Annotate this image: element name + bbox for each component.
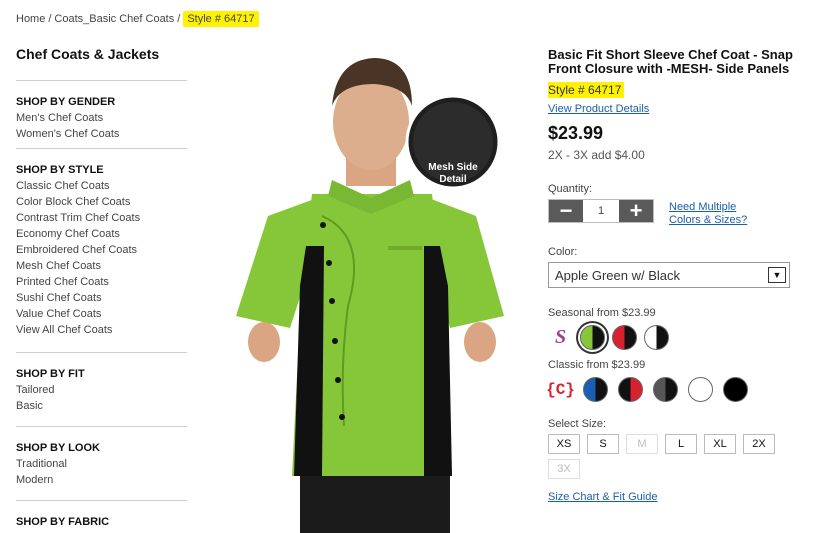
chevron-down-icon[interactable]: ▼ [768, 267, 786, 283]
price-note: 2X - 3X add $4.00 [548, 148, 645, 162]
classic-label: Classic from $23.99 [548, 359, 646, 371]
sidebar-item-contrast-trim[interactable]: Contrast Trim Chef Coats [16, 210, 187, 226]
size-3x: 3X [548, 459, 580, 479]
sidebar-divider [16, 148, 187, 149]
color-select-value: Apple Green w/ Black [555, 267, 681, 283]
sidebar-section-fabric: SHOP BY FABRIC [16, 514, 187, 530]
seasonal-swatches: S [548, 325, 808, 350]
size-chart-link[interactable]: Size Chart & Fit Guide [548, 491, 657, 503]
need-multiple-link-line2[interactable]: Colors & Sizes? [669, 214, 747, 226]
swatch-white[interactable] [688, 377, 713, 402]
sidebar-section-title: SHOP BY STYLE [16, 164, 104, 176]
sidebar-item-economy[interactable]: Economy Chef Coats [16, 226, 187, 242]
swatch-gray-black[interactable] [653, 377, 678, 402]
breadcrumb-separator: / [48, 13, 52, 25]
sidebar-item-classic[interactable]: Classic Chef Coats [16, 178, 187, 194]
need-multiple-link[interactable]: Need Multiple Colors & Sizes? [669, 200, 747, 226]
breadcrumb-category[interactable]: Coats_Basic Chef Coats [54, 13, 174, 25]
classic-swatches: {C} [546, 377, 808, 402]
sidebar-item-mesh[interactable]: Mesh Chef Coats [16, 258, 187, 274]
classic-logo-text: {C} [546, 380, 575, 399]
sidebar-item-traditional[interactable]: Traditional [16, 456, 187, 472]
breadcrumb-separator: / [177, 13, 181, 25]
decrease-qty-button[interactable]: − [549, 200, 583, 222]
quantity-stepper: − 1 + [548, 199, 654, 223]
sidebar-divider [16, 352, 187, 353]
swatch-white-black[interactable] [644, 325, 669, 350]
sidebar-item-mens[interactable]: Men's Chef Coats [16, 110, 187, 126]
size-options-row2: 3X [548, 459, 808, 479]
sidebar-section-fit: SHOP BY FIT Tailored Basic [16, 366, 187, 414]
sidebar-divider [16, 426, 187, 427]
increase-qty-button[interactable]: + [619, 200, 653, 222]
swatch-red-black[interactable] [612, 325, 637, 350]
chef-coat-photo: Mesh Side Detail [236, 58, 504, 533]
select-size-label: Select Size: [548, 418, 607, 430]
view-product-details-link[interactable]: View Product Details [548, 103, 649, 115]
sidebar-item-view-all[interactable]: View All Chef Coats [16, 322, 187, 338]
sidebar-section-title: SHOP BY FIT [16, 368, 85, 380]
sidebar-divider [16, 500, 187, 501]
badge-text-line2: Detail [439, 174, 466, 185]
classic-logo-icon: {C} [546, 377, 575, 402]
sidebar-divider [16, 80, 187, 81]
seasonal-logo-icon: S [548, 325, 573, 350]
swatch-blue-black[interactable] [583, 377, 608, 402]
sidebar-item-tailored[interactable]: Tailored [16, 382, 187, 398]
size-xl[interactable]: XL [704, 434, 736, 454]
product-details: Basic Fit Short Sleeve Chef Coat - Snap … [546, 47, 808, 505]
breadcrumb: Home / Coats_Basic Chef Coats / Style # … [16, 10, 259, 28]
sidebar-item-printed[interactable]: Printed Chef Coats [16, 274, 187, 290]
color-label: Color: [548, 246, 578, 258]
sidebar-nav: Chef Coats & Jackets SHOP BY GENDER Men'… [16, 46, 187, 530]
swatch-apple-green-black[interactable] [580, 325, 605, 350]
badge-text-line1: Mesh Side [428, 162, 478, 173]
seasonal-logo-text: S [554, 326, 567, 348]
sidebar-section-gender: SHOP BY GENDER Men's Chef Coats Women's … [16, 94, 187, 142]
breadcrumb-current: Style # 64717 [183, 11, 259, 27]
quantity-row: − 1 + Need Multiple Colors & Sizes? [548, 199, 808, 226]
size-2x[interactable]: 2X [743, 434, 775, 454]
sidebar-section-title: SHOP BY GENDER [16, 96, 116, 108]
sidebar-item-embroidered[interactable]: Embroidered Chef Coats [16, 242, 187, 258]
size-s[interactable]: S [587, 434, 619, 454]
sidebar-item-value[interactable]: Value Chef Coats [16, 306, 187, 322]
seasonal-label: Seasonal from $23.99 [548, 307, 656, 319]
sidebar-item-sushi[interactable]: Sushi Chef Coats [16, 290, 187, 306]
size-m: M [626, 434, 658, 454]
sidebar-item-basic[interactable]: Basic [16, 398, 187, 414]
size-xs[interactable]: XS [548, 434, 580, 454]
need-multiple-link-line1[interactable]: Need Multiple [669, 201, 736, 213]
quantity-label: Quantity: [548, 183, 593, 195]
sidebar-section-title: SHOP BY FABRIC [16, 516, 110, 528]
sidebar-title: Chef Coats & Jackets [16, 46, 160, 62]
size-l[interactable]: L [665, 434, 697, 454]
sidebar-item-womens[interactable]: Women's Chef Coats [16, 126, 187, 142]
breadcrumb-home[interactable]: Home [16, 13, 45, 25]
product-image[interactable]: Mesh Side Detail [228, 46, 518, 533]
sidebar-item-modern[interactable]: Modern [16, 472, 187, 488]
size-options: XS S M L XL 2X [548, 434, 808, 454]
color-select[interactable]: Apple Green w/ Black ▼ [548, 262, 790, 288]
swatch-black[interactable] [723, 377, 748, 402]
sidebar-section-title: SHOP BY LOOK [16, 442, 100, 454]
sidebar-section-look: SHOP BY LOOK Traditional Modern [16, 440, 187, 488]
sidebar-item-color-block[interactable]: Color Block Chef Coats [16, 194, 187, 210]
style-number: Style # 64717 [548, 82, 625, 98]
quantity-input[interactable]: 1 [583, 200, 619, 222]
product-title: Basic Fit Short Sleeve Chef Coat - Snap … [548, 47, 793, 76]
sidebar-section-style: SHOP BY STYLE Classic Chef Coats Color B… [16, 162, 187, 338]
swatch-red-black-classic[interactable] [618, 377, 643, 402]
product-price: $23.99 [548, 123, 604, 143]
